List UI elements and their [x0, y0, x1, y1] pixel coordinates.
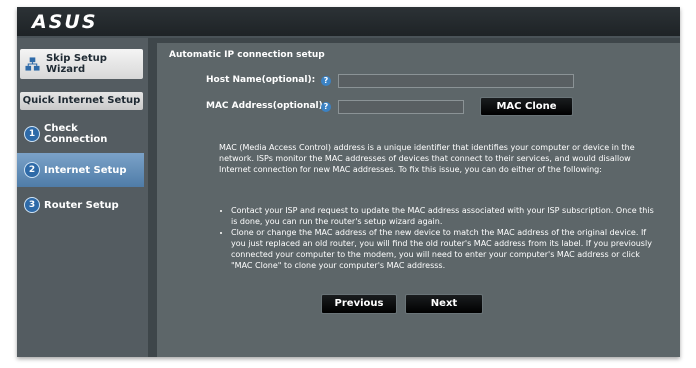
mac-address-label: MAC Address(optional) [206, 101, 323, 111]
top-bar: ASUS [17, 7, 680, 38]
host-name-label: Host Name(optional): [206, 75, 316, 85]
list-item: Clone or change the MAC address of the n… [231, 227, 661, 271]
sidebar-item-internet-setup[interactable]: 2 Internet Setup [17, 153, 144, 187]
skip-setup-wizard-label: Skip Setup Wizard [45, 53, 107, 75]
asus-logo: ASUS [32, 11, 98, 33]
help-icon[interactable]: ? [321, 102, 331, 112]
sidebar: Skip Setup Wizard Quick Internet Setup 1… [17, 38, 148, 357]
next-button[interactable]: Next [405, 294, 483, 314]
quick-internet-setup-header: Quick Internet Setup [20, 92, 143, 110]
network-icon [25, 57, 40, 71]
host-name-input[interactable] [338, 74, 574, 88]
sidebar-item-check-connection[interactable]: 1 Check Connection [17, 116, 144, 152]
router-frame: ASUS Skip Setup Wizard Quick Internet Se… [17, 7, 680, 357]
main-panel: Automatic IP connection setup Host Name(… [157, 43, 680, 357]
list-item: Contact your ISP and request to update t… [231, 205, 661, 227]
step-number-badge: 3 [24, 197, 40, 213]
sidebar-item-router-setup[interactable]: 3 Router Setup [17, 189, 144, 221]
sidebar-item-label: Check Connection [44, 123, 108, 145]
mac-description: MAC (Media Access Control) address is a … [219, 143, 635, 174]
help-icon[interactable]: ? [321, 76, 331, 86]
sidebar-item-label: Internet Setup [44, 164, 127, 176]
section-title: Automatic IP connection setup [169, 50, 325, 60]
step-number-badge: 2 [24, 162, 40, 178]
step-number-badge: 1 [24, 126, 40, 142]
sidebar-item-label: Router Setup [44, 199, 119, 211]
mac-clone-button[interactable]: MAC Clone [480, 97, 573, 116]
previous-button[interactable]: Previous [321, 294, 397, 314]
skip-setup-wizard-button[interactable]: Skip Setup Wizard [20, 49, 143, 79]
mac-address-input[interactable] [338, 100, 464, 114]
option-list: Contact your ISP and request to update t… [219, 205, 661, 271]
